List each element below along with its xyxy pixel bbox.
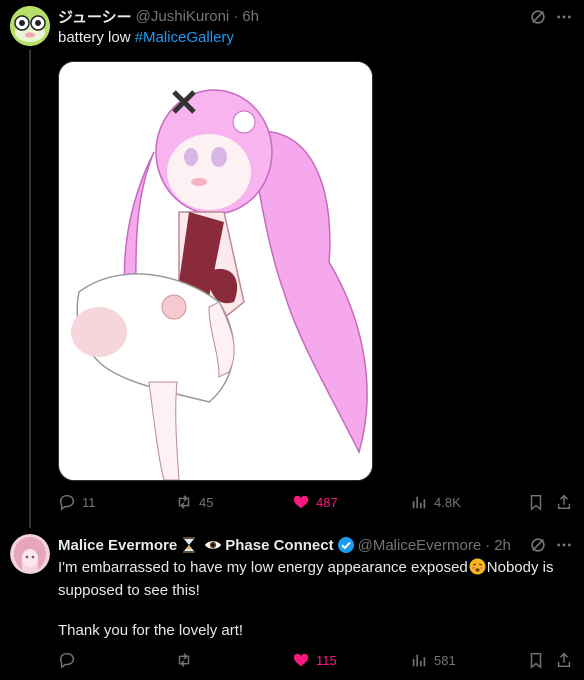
grok-icon[interactable] bbox=[528, 535, 548, 555]
bookmark-icon[interactable] bbox=[526, 492, 546, 512]
post-text-line1: I'm embarrassed to have my low energy ap… bbox=[58, 559, 468, 576]
separator: · bbox=[233, 7, 239, 25]
handle[interactable]: @JushiKuroni bbox=[136, 8, 230, 25]
post-text-line2: supposed to see this! bbox=[58, 582, 200, 599]
verified-icon bbox=[337, 536, 355, 554]
post-image[interactable] bbox=[58, 61, 373, 481]
emoji-icon bbox=[469, 558, 486, 581]
views-button[interactable]: 581 bbox=[410, 650, 456, 670]
reply-icon bbox=[59, 494, 75, 511]
like-count: 115 bbox=[316, 652, 337, 668]
post-text: I'm embarrassed to have my low energy ap… bbox=[58, 558, 573, 641]
reply-button[interactable]: 11 bbox=[58, 492, 96, 512]
more-icon[interactable] bbox=[554, 7, 574, 27]
handle[interactable]: @MaliceEvermore bbox=[358, 537, 482, 554]
hashtag-link[interactable]: #MaliceGallery bbox=[135, 29, 234, 46]
share-icon[interactable] bbox=[554, 492, 574, 512]
like-icon bbox=[293, 653, 309, 667]
grok-icon[interactable] bbox=[528, 7, 548, 27]
views-icon bbox=[412, 496, 426, 509]
like-button[interactable]: 115 bbox=[292, 650, 337, 670]
display-name[interactable]: ジューシー bbox=[58, 6, 132, 27]
like-count: 487 bbox=[316, 494, 338, 510]
hourglass-icon bbox=[180, 536, 198, 554]
reply-icon bbox=[59, 652, 75, 669]
avatar[interactable] bbox=[10, 534, 50, 574]
like-icon bbox=[293, 495, 309, 509]
repost-icon bbox=[178, 495, 190, 509]
post-text-line3: Thank you for the lovely art! bbox=[58, 622, 244, 639]
repost-button[interactable] bbox=[175, 650, 199, 670]
post-text: battery low #MaliceGallery bbox=[58, 28, 234, 48]
post-actions: 115 581 bbox=[58, 650, 571, 670]
thread-line bbox=[29, 50, 31, 528]
share-icon[interactable] bbox=[554, 650, 574, 670]
repost-button[interactable]: 45 bbox=[175, 492, 213, 512]
views-count: 4.8K bbox=[434, 494, 461, 510]
post-header: Malice Evermore Phase Connect @MaliceEve… bbox=[58, 535, 511, 555]
post-header: ジューシー @JushiKuroni · 6h bbox=[58, 6, 259, 26]
repost-count: 45 bbox=[199, 494, 214, 510]
reply-button[interactable] bbox=[58, 650, 82, 670]
timestamp[interactable]: 2h bbox=[494, 537, 511, 554]
avatar[interactable] bbox=[10, 6, 50, 46]
post-text-line1-after: Nobody is bbox=[486, 559, 554, 576]
bookmark-icon[interactable] bbox=[526, 650, 546, 670]
separator: · bbox=[485, 536, 491, 554]
repost-icon bbox=[178, 653, 190, 667]
views-count: 581 bbox=[434, 652, 456, 668]
views-icon bbox=[412, 654, 426, 667]
post-text-body: battery low bbox=[58, 29, 135, 46]
display-name[interactable]: Malice Evermore bbox=[58, 537, 177, 554]
more-icon[interactable] bbox=[554, 535, 574, 555]
post-actions: 11 45 487 4.8K bbox=[58, 492, 571, 512]
eye-icon bbox=[204, 536, 222, 554]
timestamp[interactable]: 6h bbox=[242, 8, 259, 25]
like-button[interactable]: 487 bbox=[292, 492, 338, 512]
reply-count: 11 bbox=[82, 494, 96, 510]
views-button[interactable]: 4.8K bbox=[410, 492, 461, 512]
affiliation-badge[interactable]: Phase Connect bbox=[225, 537, 333, 554]
